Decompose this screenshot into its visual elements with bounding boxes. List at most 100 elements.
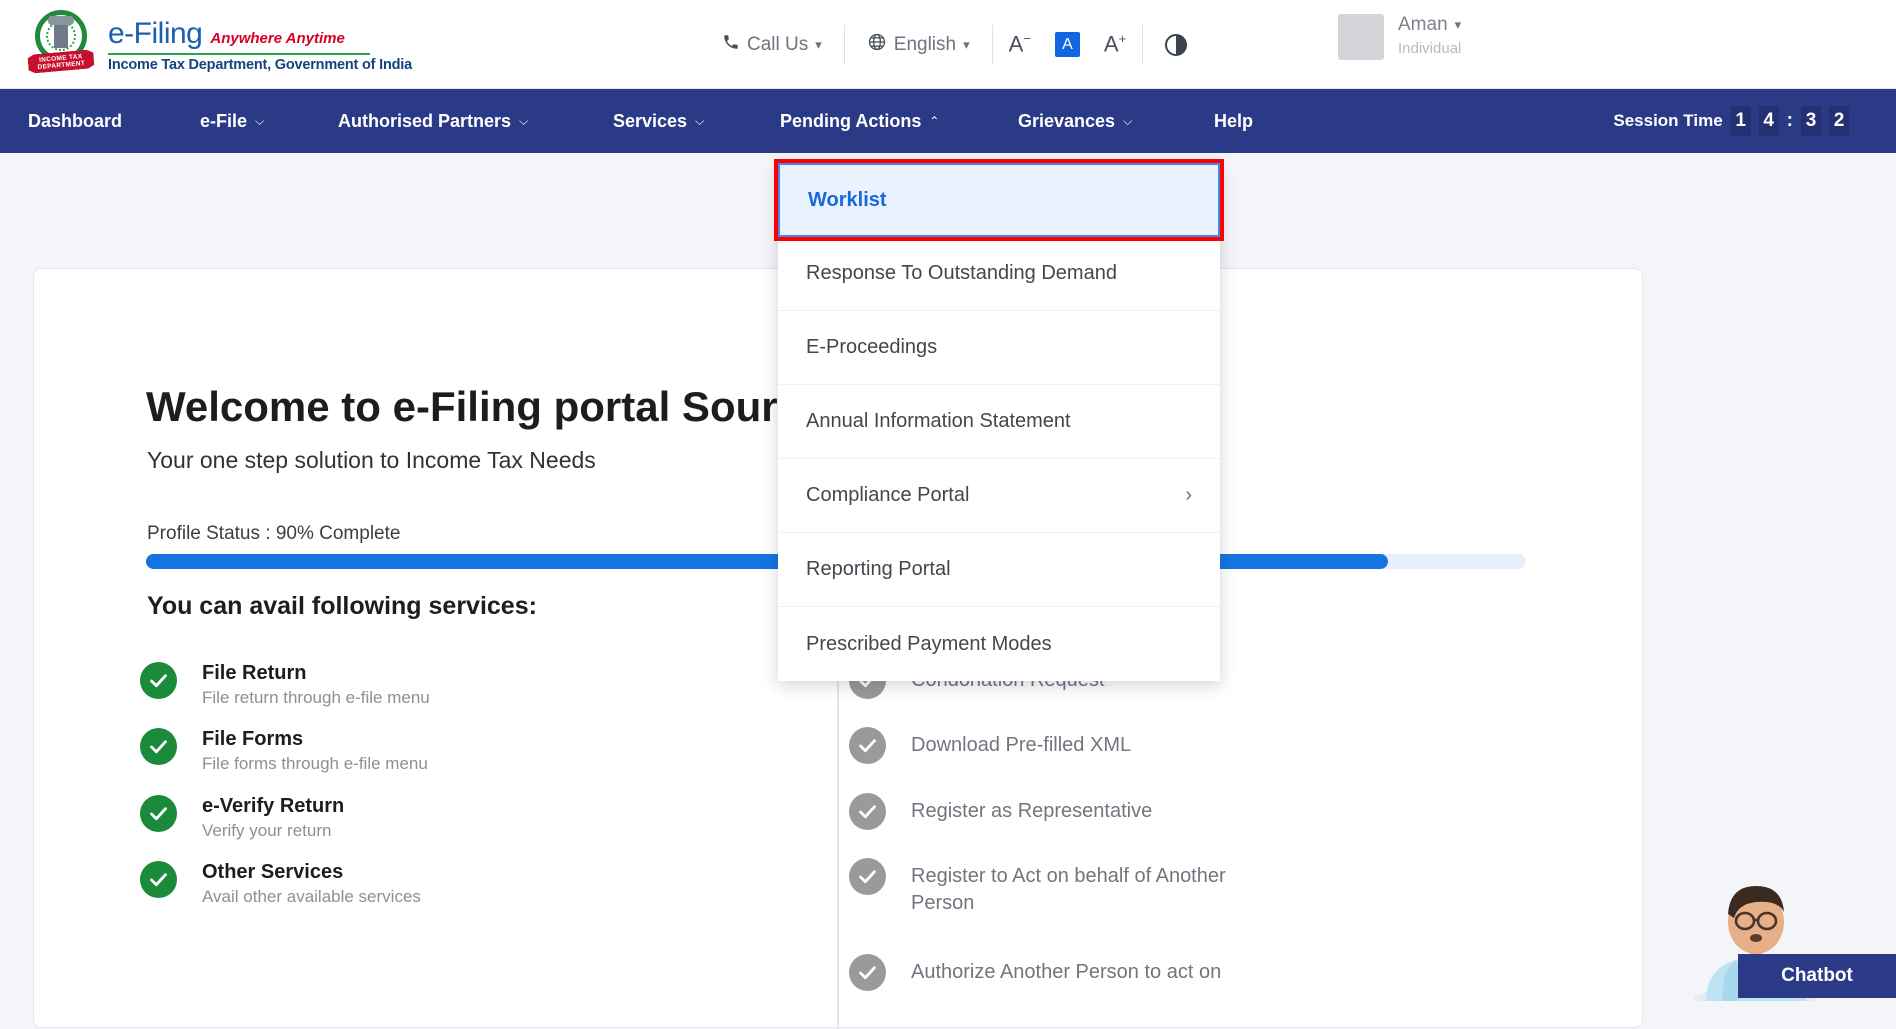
service-desc: Verify your return (202, 821, 344, 841)
chevron-down-icon: ⌵ (519, 114, 528, 129)
nav-label: Grievances (1018, 111, 1115, 132)
dropdown-item-label: Response To Outstanding Demand (806, 262, 1117, 285)
chevron-down-icon: ⌵ (695, 114, 704, 129)
chatbot-widget[interactable]: Chatbot (1660, 872, 1896, 1001)
brand-divider (108, 53, 370, 55)
dropdown-item-label: Reporting Portal (806, 558, 951, 581)
dropdown-item-reporting-portal[interactable]: Reporting Portal (778, 533, 1220, 607)
session-digit-4: 2 (1829, 106, 1849, 136)
nav-label: Pending Actions (780, 111, 921, 132)
chatbot-button[interactable]: Chatbot (1738, 954, 1896, 998)
service-title: Register as Representative (911, 793, 1152, 830)
font-increase-label: A (1104, 32, 1119, 57)
nav-item-authorised-partners[interactable]: Authorised Partners ⌵ (338, 89, 528, 153)
brand-efiling-label: e-Filing (108, 17, 202, 51)
font-normal-button[interactable]: A (1055, 32, 1080, 57)
service-item-authorize-another-person[interactable]: Authorize Another Person to act on (849, 954, 1279, 991)
service-item-e-verify-return[interactable]: e-Verify Return Verify your return (140, 795, 344, 841)
avatar (1338, 14, 1384, 60)
language-label: English (894, 34, 956, 56)
dropdown-item-label: Prescribed Payment Modes (806, 633, 1052, 656)
brand-department-label: Income Tax Department, Government of Ind… (108, 57, 412, 73)
globe-icon (867, 32, 887, 58)
nav-item-dashboard[interactable]: Dashboard (28, 89, 130, 153)
left-column-heading: You can avail following services: (147, 592, 537, 621)
nav-label: e-File (200, 111, 247, 132)
chevron-down-icon: ▾ (1455, 17, 1462, 33)
chevron-down-icon: ▾ (815, 37, 822, 53)
brand-logo[interactable]: INCOME TAX DEPARTMENT e-Filing Anywhere … (28, 8, 412, 78)
dropdown-item-prescribed-payment-modes[interactable]: Prescribed Payment Modes (778, 607, 1220, 681)
font-increase-button[interactable]: A+ (1088, 31, 1142, 57)
main-navigation: Dashboard e-File ⌵ Authorised Partners ⌵… (0, 89, 1896, 153)
font-normal-label: A (1062, 36, 1073, 54)
brand-tagline: Anywhere Anytime (210, 30, 344, 47)
india-emblem-icon: INCOME TAX DEPARTMENT (28, 8, 94, 78)
service-item-register-as-representative[interactable]: Register as Representative (849, 793, 1152, 830)
service-title: e-Verify Return (202, 795, 344, 818)
page-subtitle: Your one step solution to Income Tax Nee… (147, 447, 596, 474)
dropdown-item-e-proceedings[interactable]: E-Proceedings (778, 311, 1220, 385)
phone-icon (722, 33, 740, 57)
nav-item-help[interactable]: Help (1214, 89, 1253, 153)
user-name-row: Aman ▾ (1398, 14, 1461, 36)
site-header: INCOME TAX DEPARTMENT e-Filing Anywhere … (0, 0, 1896, 89)
service-desc: File forms through e-file menu (202, 754, 428, 774)
service-item-register-to-act-on-behalf[interactable]: Register to Act on behalf of Another Per… (849, 858, 1279, 917)
call-us-label: Call Us (747, 34, 808, 56)
check-circle-icon (849, 858, 886, 895)
service-title: File Return (202, 662, 430, 685)
check-circle-icon (140, 861, 177, 898)
call-us-button[interactable]: Call Us ▾ (700, 33, 844, 57)
service-title: Other Services (202, 861, 421, 884)
dropdown-item-label: E-Proceedings (806, 336, 937, 359)
user-menu[interactable]: Aman ▾ Individual (1338, 14, 1461, 60)
check-circle-icon (849, 727, 886, 764)
brand-text: e-Filing Anywhere Anytime Income Tax Dep… (108, 13, 412, 73)
service-title: Download Pre-filled XML (911, 727, 1131, 764)
check-circle-icon (140, 728, 177, 765)
nav-label: Authorised Partners (338, 111, 511, 132)
service-item-other-services[interactable]: Other Services Avail other available ser… (140, 861, 421, 907)
dropdown-item-response-to-outstanding-demand[interactable]: Response To Outstanding Demand (778, 237, 1220, 311)
dropdown-item-label: Annual Information Statement (806, 410, 1071, 433)
check-circle-icon (140, 795, 177, 832)
language-selector[interactable]: English ▾ (845, 32, 992, 58)
font-decrease-button[interactable]: A− (993, 31, 1047, 57)
check-circle-icon (849, 954, 886, 991)
contrast-icon (1165, 34, 1187, 56)
nav-item-e-file[interactable]: e-File ⌵ (200, 89, 264, 153)
service-desc: Avail other available services (202, 887, 421, 907)
service-item-file-return[interactable]: File Return File return through e-file m… (140, 662, 430, 708)
chevron-up-icon: ⌃ (929, 114, 939, 128)
user-type-label: Individual (1398, 40, 1461, 57)
font-decrease-label: A (1009, 32, 1024, 57)
nav-item-services[interactable]: Services ⌵ (613, 89, 704, 153)
session-timer: Session Time 1 4 : 3 2 (1613, 89, 1849, 153)
nav-item-grievances[interactable]: Grievances ⌵ (1018, 89, 1132, 153)
dropdown-item-annual-information-statement[interactable]: Annual Information Statement (778, 385, 1220, 459)
service-title: Register to Act on behalf of Another Per… (911, 858, 1279, 917)
service-title: File Forms (202, 728, 428, 751)
chevron-down-icon: ⌵ (1123, 114, 1132, 129)
service-item-download-prefilled-xml[interactable]: Download Pre-filled XML (849, 727, 1131, 764)
service-item-file-forms[interactable]: File Forms File forms through e-file men… (140, 728, 428, 774)
service-desc: File return through e-file menu (202, 688, 430, 708)
dropdown-item-label: Worklist (808, 189, 887, 212)
check-circle-icon (140, 662, 177, 699)
chevron-down-icon: ⌵ (255, 114, 264, 129)
session-colon: : (1787, 110, 1793, 132)
check-circle-icon (849, 793, 886, 830)
nav-label: Help (1214, 111, 1253, 132)
contrast-toggle-button[interactable] (1143, 34, 1209, 56)
nav-item-pending-actions[interactable]: Pending Actions ⌃ (780, 89, 939, 153)
session-digit-3: 3 (1801, 106, 1821, 136)
chatbot-label-text: Chatbot (1781, 965, 1853, 987)
header-tools: Call Us ▾ English ▾ A− A A+ (700, 0, 1209, 89)
dropdown-item-worklist[interactable]: Worklist (778, 163, 1220, 237)
dropdown-item-label: Compliance Portal (806, 484, 969, 507)
dropdown-item-compliance-portal[interactable]: Compliance Portal › (778, 459, 1220, 533)
session-digit-2: 4 (1759, 106, 1779, 136)
user-name-label: Aman (1398, 14, 1448, 36)
chevron-down-icon: ▾ (963, 37, 970, 53)
